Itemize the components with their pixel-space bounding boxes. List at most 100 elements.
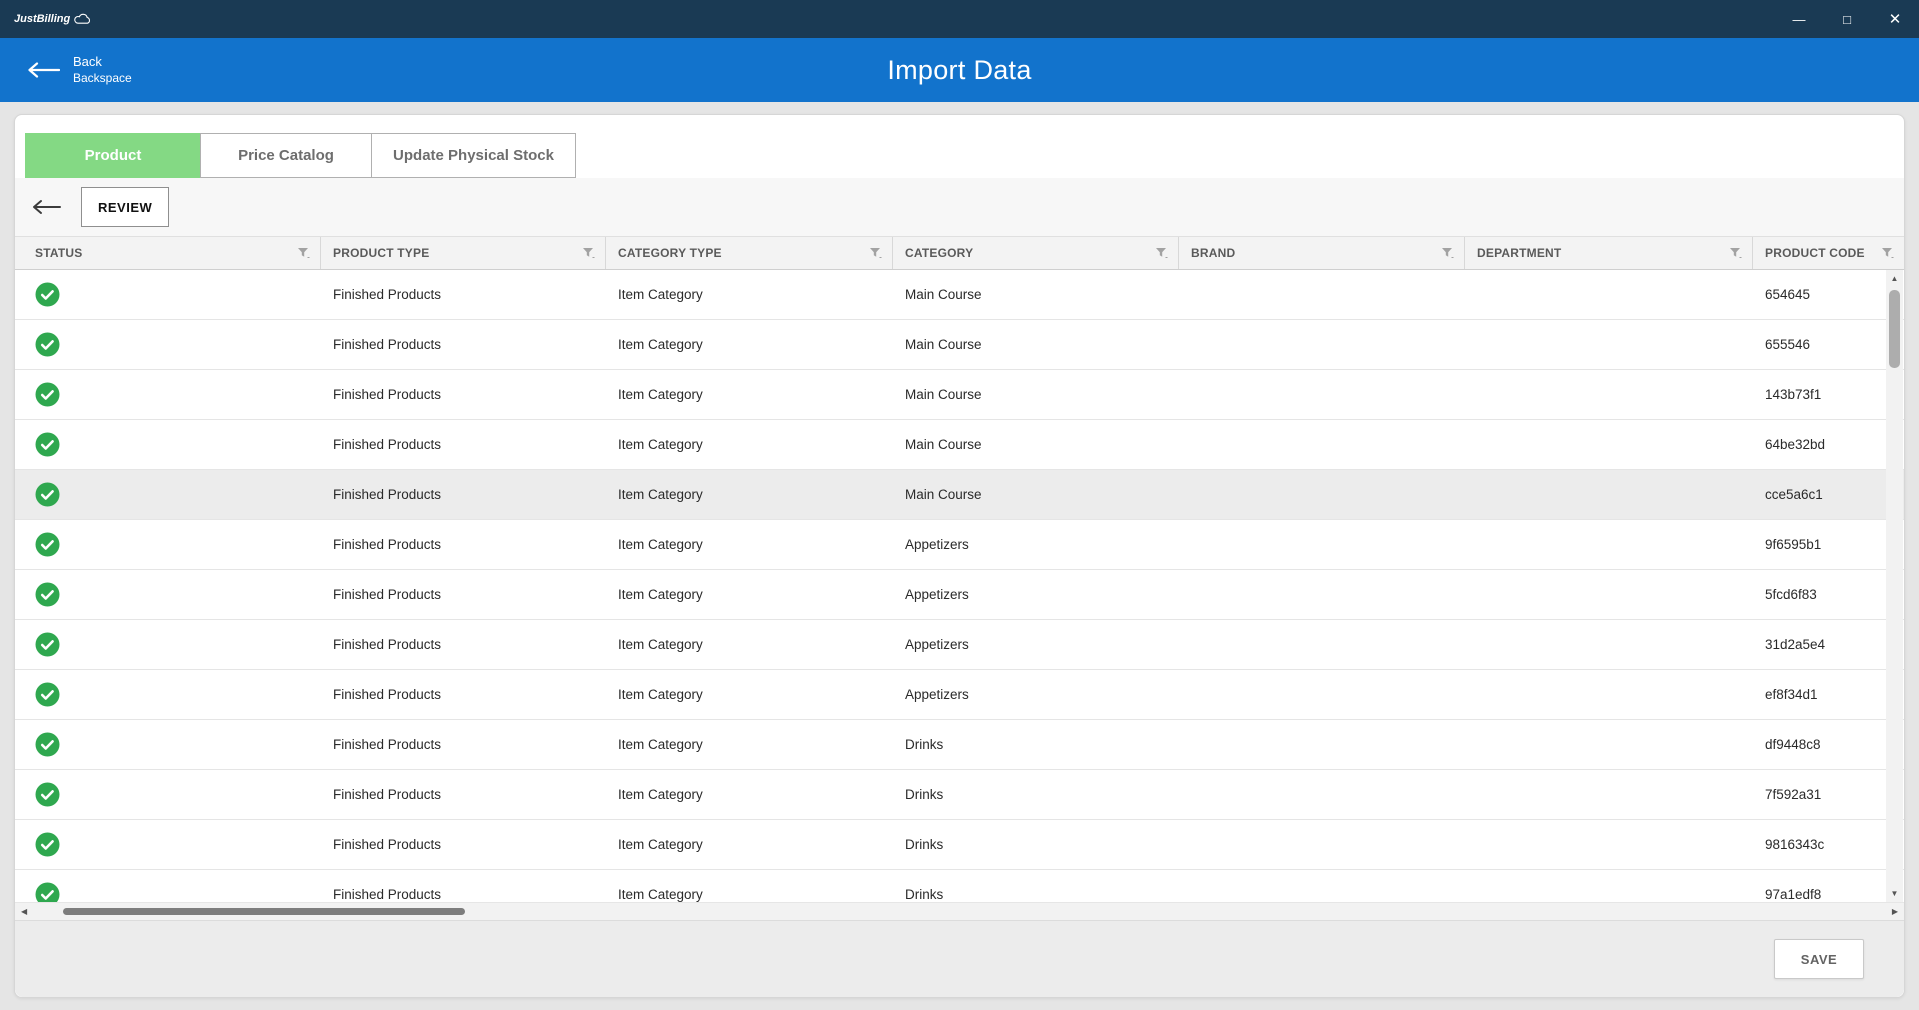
filter-icon[interactable] bbox=[1729, 247, 1742, 259]
table-row[interactable]: Finished Products Item Category Drinks 9… bbox=[15, 820, 1904, 870]
cell-product-code: 655546 bbox=[1753, 337, 1904, 352]
table-row[interactable]: Finished Products Item Category Main Cou… bbox=[15, 420, 1904, 470]
filter-icon[interactable] bbox=[1155, 247, 1168, 259]
cell-category-type: Item Category bbox=[606, 537, 893, 552]
cell-category-type: Item Category bbox=[606, 637, 893, 652]
cell-category: Main Course bbox=[893, 487, 1179, 502]
cell-product-type: Finished Products bbox=[321, 387, 606, 402]
cell-category: Appetizers bbox=[893, 537, 1179, 552]
column-header[interactable]: DEPARTMENT bbox=[1465, 237, 1753, 269]
cell-status bbox=[23, 432, 321, 457]
column-header[interactable]: PRODUCT TYPE bbox=[321, 237, 606, 269]
cell-status bbox=[23, 532, 321, 557]
cell-status bbox=[23, 482, 321, 507]
cell-product-type: Finished Products bbox=[321, 287, 606, 302]
close-button[interactable]: ✕ bbox=[1871, 0, 1919, 38]
column-header[interactable]: CATEGORY TYPE bbox=[606, 237, 893, 269]
cell-product-type: Finished Products bbox=[321, 837, 606, 852]
cell-category-type: Item Category bbox=[606, 487, 893, 502]
cell-status bbox=[23, 382, 321, 407]
horizontal-scroll-thumb[interactable] bbox=[63, 908, 465, 915]
back-button[interactable]: Back Backspace bbox=[26, 54, 132, 85]
tab-bar: Product Price Catalog Update Physical St… bbox=[15, 115, 1904, 178]
cell-product-code: 9f6595b1 bbox=[1753, 537, 1904, 552]
back-sublabel: Backspace bbox=[73, 71, 132, 86]
table-row[interactable]: Finished Products Item Category Main Cou… bbox=[15, 370, 1904, 420]
column-header[interactable]: PRODUCT CODE bbox=[1753, 237, 1904, 269]
cell-product-type: Finished Products bbox=[321, 687, 606, 702]
horizontal-scrollbar[interactable]: ◀ ▶ bbox=[15, 902, 1904, 920]
cell-product-type: Finished Products bbox=[321, 337, 606, 352]
tab-update-physical-stock[interactable]: Update Physical Stock bbox=[371, 133, 576, 178]
previous-step-button[interactable] bbox=[31, 199, 61, 215]
minimize-button[interactable]: — bbox=[1775, 0, 1823, 38]
table-header: STATUS PRODUCT TYPE CATEGORY TYPE CATEGO… bbox=[15, 236, 1904, 270]
tab-price-catalog[interactable]: Price Catalog bbox=[200, 133, 372, 178]
card-footer: SAVE bbox=[15, 920, 1904, 997]
cell-status bbox=[23, 582, 321, 607]
table-body: Finished Products Item Category Main Cou… bbox=[15, 270, 1904, 902]
table-row[interactable]: Finished Products Item Category Main Cou… bbox=[15, 270, 1904, 320]
column-header-label: STATUS bbox=[35, 246, 82, 260]
status-ok-icon bbox=[35, 782, 60, 807]
filter-icon[interactable] bbox=[582, 247, 595, 259]
save-button[interactable]: SAVE bbox=[1774, 939, 1864, 979]
back-arrow-icon bbox=[26, 61, 60, 79]
status-ok-icon bbox=[35, 682, 60, 707]
table-row[interactable]: Finished Products Item Category Appetize… bbox=[15, 570, 1904, 620]
maximize-button[interactable]: □ bbox=[1823, 0, 1871, 38]
filter-icon[interactable] bbox=[297, 247, 310, 259]
cell-status bbox=[23, 632, 321, 657]
status-ok-icon bbox=[35, 432, 60, 457]
vertical-scroll-thumb[interactable] bbox=[1889, 290, 1900, 368]
column-header[interactable]: STATUS bbox=[23, 237, 321, 269]
cell-product-code: 9816343c bbox=[1753, 837, 1904, 852]
column-header-label: PRODUCT TYPE bbox=[333, 246, 429, 260]
table-row[interactable]: Finished Products Item Category Appetize… bbox=[15, 620, 1904, 670]
scroll-left-icon[interactable]: ◀ bbox=[21, 907, 27, 916]
filter-icon[interactable] bbox=[1881, 247, 1894, 259]
status-ok-icon bbox=[35, 332, 60, 357]
cell-status bbox=[23, 732, 321, 757]
cell-status bbox=[23, 282, 321, 307]
scroll-up-icon[interactable]: ▲ bbox=[1886, 270, 1903, 287]
filter-icon[interactable] bbox=[1441, 247, 1454, 259]
cell-product-code: 5fcd6f83 bbox=[1753, 587, 1904, 602]
import-data-card: Product Price Catalog Update Physical St… bbox=[14, 114, 1905, 998]
review-button[interactable]: REVIEW bbox=[81, 187, 169, 227]
status-ok-icon bbox=[35, 382, 60, 407]
column-header[interactable]: CATEGORY bbox=[893, 237, 1179, 269]
table-row[interactable]: Finished Products Item Category Drinks 9… bbox=[15, 870, 1904, 902]
column-header-label: PRODUCT CODE bbox=[1765, 246, 1865, 260]
table-row[interactable]: Finished Products Item Category Main Cou… bbox=[15, 320, 1904, 370]
vertical-scrollbar[interactable]: ▲ ▼ bbox=[1886, 270, 1903, 902]
tab-product[interactable]: Product bbox=[25, 133, 201, 178]
cell-product-type: Finished Products bbox=[321, 437, 606, 452]
status-ok-icon bbox=[35, 732, 60, 757]
scroll-right-icon[interactable]: ▶ bbox=[1892, 907, 1898, 916]
window-controls: — □ ✕ bbox=[1775, 0, 1919, 38]
filter-icon[interactable] bbox=[869, 247, 882, 259]
scroll-down-icon[interactable]: ▼ bbox=[1886, 885, 1903, 902]
table-row[interactable]: Finished Products Item Category Main Cou… bbox=[15, 470, 1904, 520]
cell-product-type: Finished Products bbox=[321, 487, 606, 502]
column-header-label: BRAND bbox=[1191, 246, 1235, 260]
table-row[interactable]: Finished Products Item Category Appetize… bbox=[15, 520, 1904, 570]
cell-category-type: Item Category bbox=[606, 837, 893, 852]
left-arrow-icon bbox=[31, 199, 61, 215]
cell-category-type: Item Category bbox=[606, 887, 893, 902]
cell-category: Drinks bbox=[893, 787, 1179, 802]
cell-category-type: Item Category bbox=[606, 287, 893, 302]
page: Product Price Catalog Update Physical St… bbox=[0, 102, 1919, 1010]
table-row[interactable]: Finished Products Item Category Appetize… bbox=[15, 670, 1904, 720]
table-row[interactable]: Finished Products Item Category Drinks 7… bbox=[15, 770, 1904, 820]
cell-status bbox=[23, 682, 321, 707]
column-header-label: CATEGORY bbox=[905, 246, 973, 260]
cell-category: Appetizers bbox=[893, 587, 1179, 602]
cell-product-type: Finished Products bbox=[321, 587, 606, 602]
column-header[interactable]: BRAND bbox=[1179, 237, 1465, 269]
header: Back Backspace Import Data bbox=[0, 38, 1919, 102]
cell-category: Appetizers bbox=[893, 637, 1179, 652]
app-logo-text: JustBilling bbox=[14, 13, 70, 25]
table-row[interactable]: Finished Products Item Category Drinks d… bbox=[15, 720, 1904, 770]
